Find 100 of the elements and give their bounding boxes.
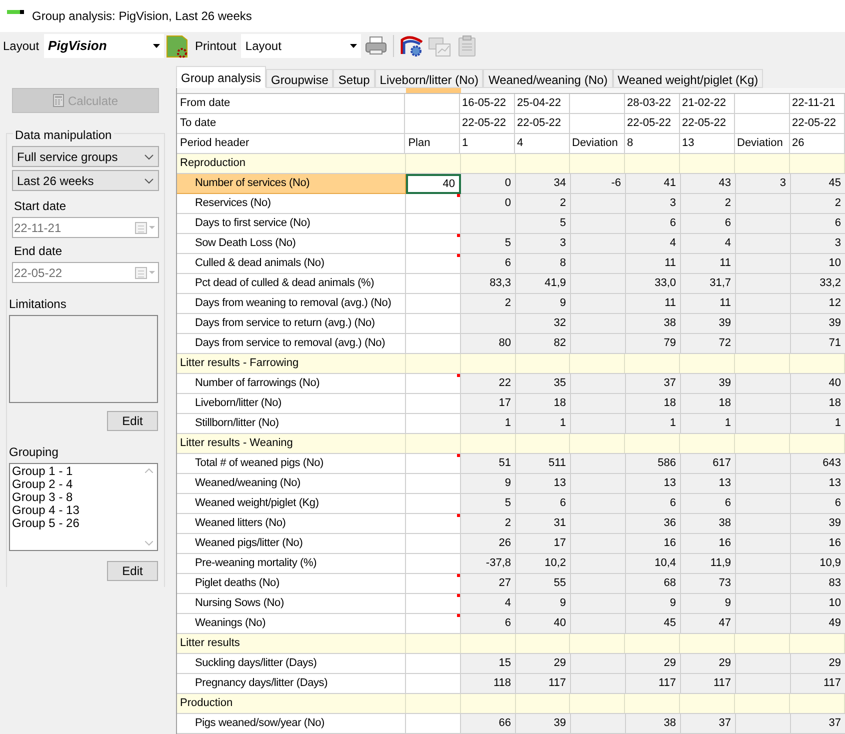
dropdown-caret-icon [350,44,358,48]
row-label[interactable]: Reservices (No) [177,194,406,214]
plan-cell[interactable]: 40 [406,174,461,194]
row-label[interactable]: Pre-weaning mortality (%) [177,554,406,574]
row-label[interactable]: Days from service to removal (avg.) (No) [177,334,406,354]
plan-cell[interactable] [406,494,461,514]
calendar-icon [135,266,155,278]
row-label[interactable]: Sow Death Loss (No) [177,234,406,254]
end-date-field[interactable]: 22-05-22 [12,262,159,283]
select-field[interactable]: Last 26 weeks [12,170,159,191]
start-date-field[interactable]: 22-11-21 [12,217,159,238]
plan-cell[interactable] [406,654,461,674]
plan-cell[interactable] [406,514,461,534]
row-label[interactable]: Pregnancy days/litter (Days) [177,674,406,694]
row-label[interactable]: Weaned/weaning (No) [177,474,406,494]
row-label[interactable]: Total # of weaned pigs (No) [177,454,406,474]
plan-cell[interactable] [406,214,461,234]
table-cell: 29 [516,654,571,674]
calendar-icon [135,222,155,234]
printer-icon[interactable] [365,36,388,56]
plan-cell[interactable] [406,294,461,314]
table-cell: 586 [626,454,681,474]
plan-cell[interactable] [406,334,461,354]
row-label[interactable]: Pct dead of culled & dead animals (%) [177,274,406,294]
tab[interactable]: Weaned/weaning (No) [483,69,613,88]
plan-cell[interactable] [406,234,461,254]
table-cell: 47 [681,614,736,634]
table-cell: 3 [736,174,791,194]
scroll-up-icon[interactable] [144,468,152,473]
plan-cell[interactable] [406,274,461,294]
plan-cell[interactable] [406,254,461,274]
table-cell: 8 [516,254,571,274]
row-label[interactable]: Culled & dead animals (No) [177,254,406,274]
table-cell: 17 [461,394,516,414]
table-cell: 1 [626,414,681,434]
tab[interactable]: Liveborn/litter (No) [374,69,484,88]
grouping-item[interactable]: Group 1 - 1 [12,465,140,478]
edit-button[interactable]: Edit [107,561,158,581]
tab[interactable]: Weaned weight/piglet (Kg) [612,69,764,88]
plan-cell[interactable] [406,374,461,394]
grouping-list[interactable]: Group 1 - 1 Group 2 - 4 Group 3 - 8 Group 4 - 13 Group 5 - 26 [9,463,158,551]
table-cell: 16-05-22 [460,94,515,114]
row-label[interactable]: Weaned weight/piglet (Kg) [177,494,406,514]
row-label[interactable]: Days from weaning to removal (avg.) (No) [177,294,406,314]
plan-cell[interactable] [406,554,461,574]
table-cell [571,474,626,494]
tab[interactable]: Setup [333,69,375,88]
plan-cell[interactable] [406,414,461,434]
table-cell: 38 [626,714,681,734]
plan-cell[interactable] [406,714,461,734]
plan-cell[interactable] [406,614,461,634]
plan-cell[interactable] [406,594,461,614]
row-label[interactable]: Nursing Sows (No) [177,594,406,614]
selected-layout-dropdown[interactable]: PigVision [44,34,164,58]
row-label[interactable]: Piglet deaths (No) [177,574,406,594]
plan-cell[interactable] [406,394,461,414]
table-cell: 83 [791,574,845,594]
row-label[interactable]: Suckling days/litter (Days) [177,654,406,674]
plan-cell[interactable] [406,454,461,474]
layout-settings-icon[interactable] [166,33,190,59]
plan-cell[interactable] [406,474,461,494]
row-label[interactable]: Number of farrowings (No) [177,374,406,394]
table-cell: 117 [681,674,736,694]
plan-cell[interactable] [406,314,461,334]
row-label[interactable]: Days from service to return (avg.) (No) [177,314,406,334]
grouping-item[interactable]: Group 4 - 13 [12,504,140,517]
row-label[interactable]: Stillborn/litter (No) [177,414,406,434]
scroll-down-icon[interactable] [144,541,152,546]
row-label[interactable]: Number of services (No) [177,174,406,194]
row-label[interactable]: Weaned litters (No) [177,514,406,534]
plan-cell[interactable] [406,194,461,214]
table-cell [736,554,791,574]
grouping-item[interactable]: Group 5 - 26 [12,517,140,530]
clipboard-icon[interactable] [458,35,476,57]
table-cell [736,514,791,534]
plan-cell[interactable] [406,674,461,694]
table-cell: 6 [791,214,845,234]
chart-gear-icon[interactable] [400,34,424,58]
tab[interactable]: Group analysis [176,66,266,88]
table-cell: 55 [516,574,571,594]
edit-button[interactable]: Edit [107,411,158,431]
table-cell: 25-04-22 [515,94,570,114]
grouping-item[interactable]: Group 2 - 4 [12,478,140,491]
plan-cell[interactable] [406,534,461,554]
printout-layout-dropdown[interactable]: Layout [241,34,362,58]
limitations-box[interactable] [9,315,158,403]
printout-label: Printout [195,38,236,55]
select-field[interactable]: Full service groups [12,146,159,167]
row-label[interactable]: Weanings (No) [177,614,406,634]
table-cell [736,314,791,334]
row-label[interactable]: Liveborn/litter (No) [177,394,406,414]
tab[interactable]: Groupwise [266,69,334,88]
grouping-item[interactable]: Group 3 - 8 [12,491,140,504]
row-label[interactable]: Weaned pigs/litter (No) [177,534,406,554]
table-cell: 6 [626,494,681,514]
row-label[interactable]: Days to first service (No) [177,214,406,234]
plan-cell[interactable] [406,574,461,594]
table-cell: 72 [681,334,736,354]
row-label[interactable]: Pigs weaned/sow/year (No) [177,714,406,734]
table-cell: 6 [461,254,516,274]
